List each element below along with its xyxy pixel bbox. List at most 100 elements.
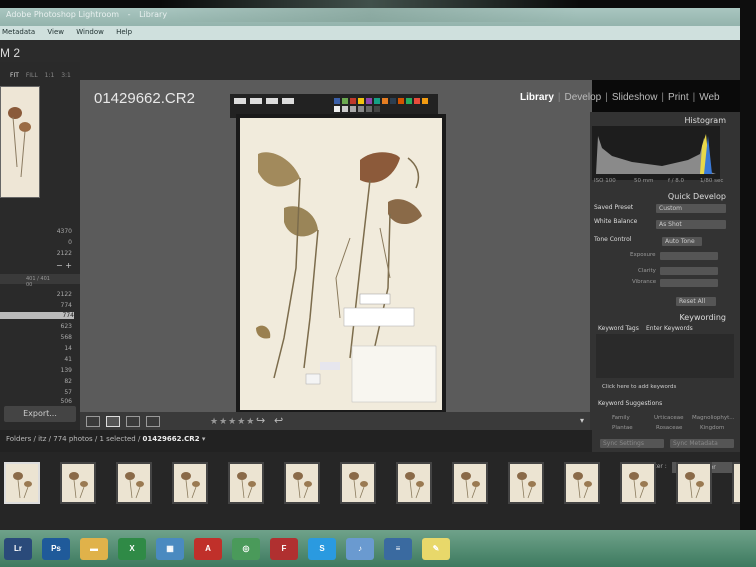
folder-icon[interactable]: ▬ [80, 538, 108, 560]
notes-icon[interactable]: ✎ [422, 538, 450, 560]
folder-count[interactable]: 2122 [48, 291, 72, 298]
folder-count[interactable]: 506 [48, 398, 72, 405]
auto-tone-button[interactable]: Auto Tone [662, 237, 702, 246]
folder-count[interactable]: 14 [48, 345, 72, 352]
folder-count-selected[interactable]: 774 [0, 312, 74, 319]
filmstrip-thumbnail[interactable] [172, 462, 208, 504]
filmstrip-thumbnail[interactable] [116, 462, 152, 504]
sync-settings-button[interactable]: Sync Settings [600, 439, 664, 448]
folder-count[interactable]: 41 [48, 356, 72, 363]
keyword-suggestion[interactable]: Family [612, 415, 630, 421]
folder-count[interactable]: 568 [48, 334, 72, 341]
star-rating[interactable]: ★★★★★ [210, 417, 255, 427]
navigator-preview-image [8, 107, 31, 178]
catalog-count-all: 4370 [56, 228, 72, 235]
loupe-filename: 01429662.CR2 [94, 90, 195, 107]
zoom-fill[interactable]: FILL [26, 72, 38, 79]
sync-metadata-button[interactable]: Sync Metadata [670, 439, 734, 448]
filmstrip-thumbnail[interactable] [340, 462, 376, 504]
filmstrip-thumbnail[interactable] [284, 462, 320, 504]
window-title-app: Adobe Photoshop Lightroom [6, 10, 120, 19]
filmstrip-thumbnail[interactable] [620, 462, 656, 504]
rotate-right-icon[interactable]: ↩ [274, 414, 283, 427]
keyword-tags-label: Keyword Tags [598, 325, 639, 332]
lr-app-icon[interactable]: Lr [4, 538, 32, 560]
keyword-tags-select[interactable]: Enter Keywords [646, 325, 693, 332]
vibrance-buttons[interactable] [660, 279, 718, 287]
export-button[interactable]: Export... [4, 406, 76, 422]
filmstrip-thumbnail[interactable] [396, 462, 432, 504]
keyword-suggestion[interactable]: Urticaceae [654, 415, 684, 421]
rotate-left-icon[interactable]: ↪ [256, 414, 265, 427]
saved-preset-label: Saved Preset [594, 204, 634, 211]
zoom-fit[interactable]: FIT [10, 72, 19, 79]
navigator-preview[interactable] [0, 86, 40, 198]
exif-focal: 50 mm [634, 178, 654, 184]
ps-app-icon[interactable]: Ps [42, 538, 70, 560]
module-develop[interactable]: Develop [565, 92, 602, 103]
histogram [592, 126, 720, 180]
filmstrip-thumbnail[interactable] [228, 462, 264, 504]
keywording-header[interactable]: Keywording [620, 313, 740, 322]
menu-help[interactable]: Help [116, 28, 132, 36]
path-dropdown-icon[interactable]: ▾ [202, 435, 206, 443]
white-balance-select[interactable]: As Shot [656, 220, 726, 229]
keyword-suggestion[interactable]: Plantae [612, 425, 633, 431]
filmstrip-thumbnail[interactable] [4, 462, 40, 504]
keyword-entry-area[interactable] [596, 334, 734, 378]
module-slideshow[interactable]: Slideshow [612, 92, 658, 103]
filezilla-icon[interactable]: F [270, 538, 298, 560]
source-path[interactable]: Folders / itz / 774 photos / 1 selected … [6, 435, 205, 443]
app-logo: M 2 [0, 46, 21, 60]
folder-count[interactable]: 57 [48, 389, 72, 396]
histogram-header[interactable]: Histogram [640, 116, 740, 125]
window-title-sep: - [127, 10, 131, 19]
add-folder-icon[interactable]: − + [56, 261, 72, 270]
keyword-suggestions-label: Keyword Suggestions [598, 400, 663, 407]
keyword-suggestion[interactable]: Rosaceae [656, 425, 682, 431]
filmstrip-thumbnail[interactable] [676, 462, 712, 504]
monitor-bezel [740, 0, 756, 530]
zoom-3-1[interactable]: 3:1 [61, 72, 71, 79]
zoom-1-1[interactable]: 1:1 [45, 72, 55, 79]
module-picker: Library | Develop | Slideshow | Print | Web [520, 92, 720, 103]
saved-preset-select[interactable]: Custom [656, 204, 726, 213]
filmstrip-thumbnail[interactable] [60, 462, 96, 504]
survey-view-icon[interactable] [146, 416, 160, 427]
menu-view[interactable]: View [47, 28, 64, 36]
keyword-suggestion[interactable]: Magnoliophyt... [692, 415, 735, 421]
module-web[interactable]: Web [699, 92, 719, 103]
module-print[interactable]: Print [668, 92, 689, 103]
exposure-buttons[interactable] [660, 252, 718, 260]
acrobat-icon[interactable]: A [194, 538, 222, 560]
menu-metadata[interactable]: Metadata [2, 28, 35, 36]
menu-window[interactable]: Window [76, 28, 104, 36]
os-taskbar [0, 530, 756, 567]
filmstrip-thumbnail[interactable] [508, 462, 544, 504]
folder-count[interactable]: 623 [48, 323, 72, 330]
module-library[interactable]: Library [520, 92, 554, 103]
filmstrip-thumbnail[interactable] [452, 462, 488, 504]
filmstrip-thumbnail[interactable] [564, 462, 600, 504]
herbarium-specimen-photo[interactable] [236, 114, 446, 414]
exif-aperture: f / 8.0 [668, 178, 685, 184]
folder-count[interactable]: 139 [48, 367, 72, 374]
quick-develop-header[interactable]: Quick Develop [620, 192, 740, 201]
loupe-view-icon[interactable] [106, 416, 120, 427]
folder-count[interactable]: 774 [48, 302, 72, 309]
network-icon[interactable]: ≡ [384, 538, 412, 560]
itunes-icon[interactable]: ♪ [346, 538, 374, 560]
excel-icon[interactable]: X [118, 538, 146, 560]
skype-icon[interactable]: S [308, 538, 336, 560]
clarity-buttons[interactable] [660, 267, 718, 275]
grid-view-icon[interactable] [86, 416, 100, 427]
folder-count[interactable]: 82 [48, 378, 72, 385]
calendar-icon[interactable]: ▦ [156, 538, 184, 560]
keyword-suggestion[interactable]: Kingdom [700, 425, 724, 431]
reset-all-button[interactable]: Reset All [676, 297, 716, 306]
add-keywords-hint[interactable]: Click here to add keywords [602, 384, 676, 390]
catalog-count-previous: 2122 [56, 250, 72, 257]
toolbar-menu-chevron-icon[interactable]: ▾ [580, 416, 584, 425]
compare-view-icon[interactable] [126, 416, 140, 427]
chrome-icon[interactable]: ◎ [232, 538, 260, 560]
